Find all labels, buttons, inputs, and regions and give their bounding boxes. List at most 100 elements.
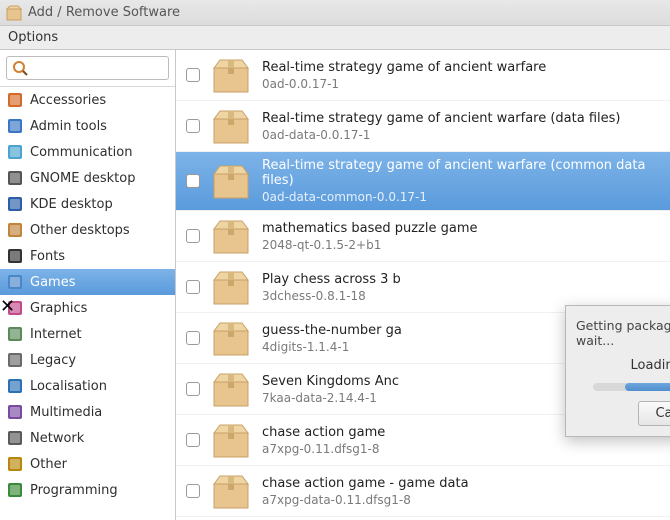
legacy-icon xyxy=(6,351,24,369)
sidebar-item-accessories[interactable]: Accessories xyxy=(0,87,175,113)
dialog-message: Loading cache xyxy=(631,358,670,373)
package-panel: Real-time strategy game of ancient warfa… xyxy=(176,50,670,520)
package-checkbox[interactable] xyxy=(186,484,200,498)
package-name: mathematics based puzzle game xyxy=(262,221,478,236)
sidebar-item-communication[interactable]: Communication xyxy=(0,139,175,165)
internet-icon xyxy=(6,325,24,343)
sidebar-item-fonts[interactable]: Fonts xyxy=(0,243,175,269)
programming-icon xyxy=(6,481,24,499)
dialog-title: Getting package data - please wait... xyxy=(576,318,670,348)
package-checkbox[interactable] xyxy=(186,331,200,345)
package-row[interactable]: Real-time strategy game of ancient warfa… xyxy=(176,50,670,101)
sidebar-item-label: Communication xyxy=(30,145,132,160)
local-icon xyxy=(6,377,24,395)
sidebar-item-games[interactable]: Games xyxy=(0,269,175,295)
kde-icon xyxy=(6,195,24,213)
window-titlebar: Add / Remove Software xyxy=(0,0,670,26)
sidebar-item-label: Localisation xyxy=(30,379,107,394)
package-box-icon xyxy=(210,162,252,200)
cancel-button[interactable]: Cancel xyxy=(638,401,670,426)
package-version: 0ad-data-0.0.17-1 xyxy=(262,128,620,142)
package-box-icon xyxy=(210,217,252,255)
sidebar-item-multimedia[interactable]: Multimedia xyxy=(0,399,175,425)
package-box-icon xyxy=(210,268,252,306)
graphics-icon xyxy=(6,299,24,317)
package-name: Seven Kingdoms Anc xyxy=(262,374,399,389)
package-name: chase action game - game data xyxy=(262,476,469,491)
sidebar-item-label: GNOME desktop xyxy=(30,171,135,186)
category-list: AccessoriesAdmin tools Communication GNOME… xyxy=(0,87,175,520)
package-name: chase action game xyxy=(262,425,385,440)
sidebar-item-label: Legacy xyxy=(30,353,76,368)
sidebar-item-programming[interactable]: Programming xyxy=(0,477,175,503)
sidebar-item-other-desktops[interactable]: Other desktops xyxy=(0,217,175,243)
package-row[interactable]: chase action game - game data a7xpg-data-… xyxy=(176,466,670,517)
search-box[interactable] xyxy=(6,56,169,80)
package-checkbox[interactable] xyxy=(186,229,200,243)
package-version: 7kaa-data-2.14.4-1 xyxy=(262,391,399,405)
sidebar-item-admin-tools[interactable]: Admin tools xyxy=(0,113,175,139)
package-row[interactable]: Real-time strategy game of ancient warfa… xyxy=(176,101,670,152)
sidebar-item-graphics[interactable]: Graphics xyxy=(0,295,175,321)
package-version: a7xpg-0.11.dfsg1-8 xyxy=(262,442,385,456)
progress-bar xyxy=(593,383,670,391)
package-checkbox[interactable] xyxy=(186,119,200,133)
sidebar-item-other[interactable]: Other xyxy=(0,451,175,477)
sidebar-item-label: KDE desktop xyxy=(30,197,113,212)
sidebar-item-label: Games xyxy=(30,275,75,290)
package-box-icon xyxy=(210,107,252,145)
package-version: 0ad-0.0.17-1 xyxy=(262,77,546,91)
sidebar-item-kde-desktop[interactable]: KDE desktop xyxy=(0,191,175,217)
gnome-icon xyxy=(6,169,24,187)
games-icon xyxy=(6,273,24,291)
desktops-icon xyxy=(6,221,24,239)
package-version: 0ad-data-common-0.0.17-1 xyxy=(262,190,660,204)
admin-icon xyxy=(6,117,24,135)
sidebar-item-label: Network xyxy=(30,431,84,446)
sidebar-item-label: Internet xyxy=(30,327,82,342)
package-list: Real-time strategy game of ancient warfa… xyxy=(176,50,670,517)
sidebar-item-legacy[interactable]: Legacy xyxy=(0,347,175,373)
sidebar-item-label: Multimedia xyxy=(30,405,102,420)
menubar: Options xyxy=(0,26,670,50)
sidebar-item-label: Fonts xyxy=(30,249,65,264)
sidebar-item-localisation[interactable]: Localisation xyxy=(0,373,175,399)
fonts-icon xyxy=(6,247,24,265)
package-box-icon xyxy=(210,370,252,408)
package-checkbox[interactable] xyxy=(186,280,200,294)
menu-options[interactable]: Options xyxy=(8,30,58,45)
accessories-icon xyxy=(6,91,24,109)
package-name: Play chess across 3 b xyxy=(262,272,401,287)
sidebar-item-label: Programming xyxy=(30,483,118,498)
comm-icon xyxy=(6,143,24,161)
search-icon xyxy=(12,60,28,76)
package-box-icon xyxy=(210,472,252,510)
package-name: guess-the-number ga xyxy=(262,323,402,338)
app-icon xyxy=(6,5,22,21)
package-version: 2048-qt-0.1.5-2+b1 xyxy=(262,238,478,252)
package-box-icon xyxy=(210,56,252,94)
package-checkbox[interactable] xyxy=(186,68,200,82)
progress-dialog: Getting package data - please wait... Lo… xyxy=(565,305,670,437)
package-version: a7xpg-data-0.11.dfsg1-8 xyxy=(262,493,469,507)
sidebar-item-gnome-desktop[interactable]: GNOME desktop xyxy=(0,165,175,191)
other-icon xyxy=(6,455,24,473)
package-version: 3dchess-0.8.1-18 xyxy=(262,289,401,303)
package-checkbox[interactable] xyxy=(186,433,200,447)
package-name: Real-time strategy game of ancient warfa… xyxy=(262,111,620,126)
sidebar: AccessoriesAdmin tools Communication GNOME… xyxy=(0,50,176,520)
network-icon xyxy=(6,429,24,447)
sidebar-item-internet[interactable]: Internet xyxy=(0,321,175,347)
sidebar-item-label: Other xyxy=(30,457,67,472)
sidebar-item-network[interactable]: Network xyxy=(0,425,175,451)
package-row[interactable]: mathematics based puzzle game 2048-qt-0.1… xyxy=(176,211,670,262)
package-name: Real-time strategy game of ancient warfa… xyxy=(262,158,660,188)
sidebar-item-label: Graphics xyxy=(30,301,87,316)
package-row[interactable]: Real-time strategy game of ancient warfa… xyxy=(176,152,670,211)
package-box-icon xyxy=(210,421,252,459)
multimedia-icon xyxy=(6,403,24,421)
package-name: Real-time strategy game of ancient warfa… xyxy=(262,60,546,75)
window-title: Add / Remove Software xyxy=(28,5,180,20)
package-checkbox[interactable] xyxy=(186,174,200,188)
package-checkbox[interactable] xyxy=(186,382,200,396)
